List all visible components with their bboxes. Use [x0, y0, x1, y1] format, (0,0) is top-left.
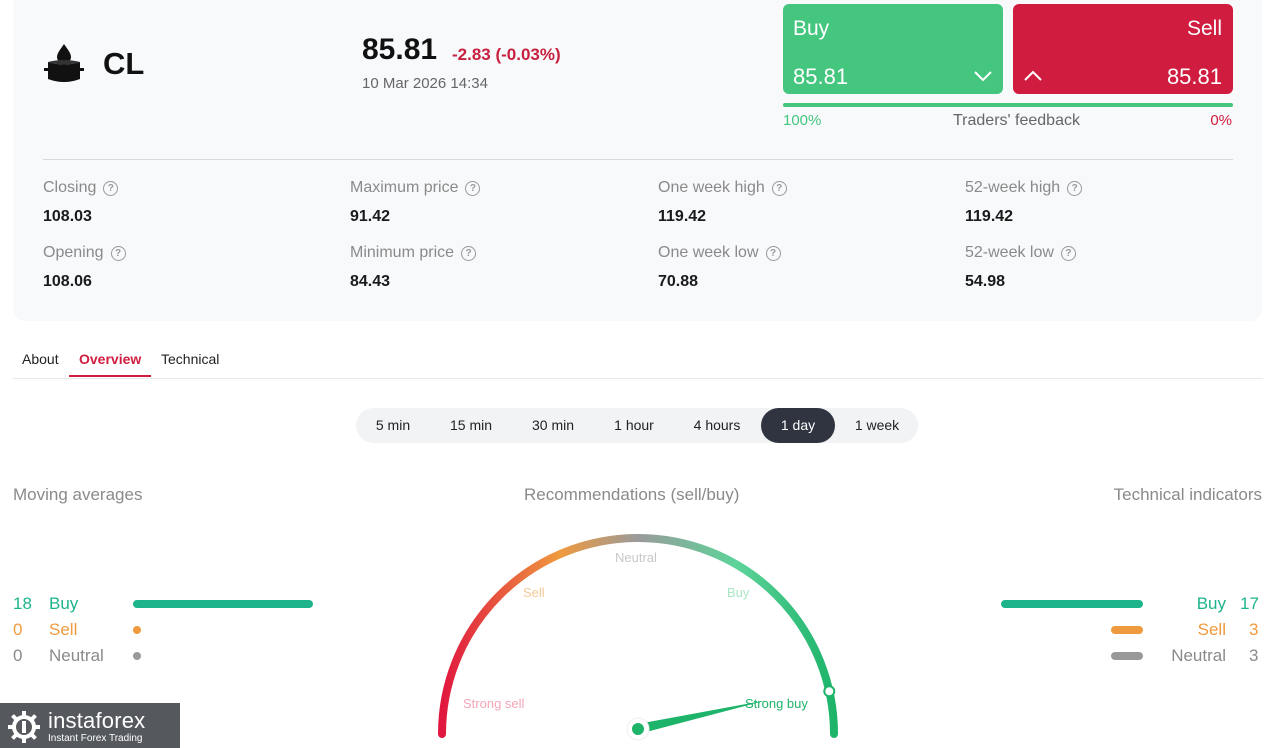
- ti-sell-label: Sell: [1197, 620, 1226, 639]
- stat-value: 54.98: [965, 273, 1006, 290]
- period-30-min[interactable]: 30 min: [513, 408, 593, 443]
- period-1-day[interactable]: 1 day: [761, 408, 835, 443]
- stat-value: 119.42: [658, 208, 707, 225]
- ma-neutral-count: 0: [13, 646, 23, 665]
- instaforex-logo: instaforex Instant Forex Trading: [0, 703, 180, 748]
- technical-indicators-title: Technical indicators: [1113, 485, 1262, 504]
- help-icon[interactable]: ?: [771, 180, 787, 196]
- moving-averages-title: Moving averages: [13, 485, 143, 504]
- ti-buy-label: Buy: [1196, 594, 1226, 613]
- tab-technical[interactable]: Technical: [161, 351, 219, 367]
- period-4-hours[interactable]: 4 hours: [676, 408, 758, 443]
- chevron-down-icon: [974, 71, 992, 82]
- ma-buy-count: 18: [13, 594, 32, 613]
- ti-sell-count: 3: [1249, 620, 1259, 639]
- logo-icon: [8, 711, 40, 743]
- instrument-symbol: CL: [103, 46, 145, 81]
- stat-label: One week low: [658, 244, 759, 261]
- help-icon[interactable]: ?: [465, 180, 481, 196]
- period-15-min[interactable]: 15 min: [432, 408, 510, 443]
- ti-neutral-bar: [1111, 652, 1143, 660]
- chevron-up-icon: [1024, 70, 1042, 81]
- sell-label: Sell: [1186, 17, 1222, 40]
- stat-value: 84.43: [350, 273, 391, 290]
- gauge-title: Recommendations (sell/buy): [524, 485, 740, 504]
- logo-text: instaforex: [48, 708, 146, 733]
- gauge-label-strong-buy: Strong buy: [745, 696, 808, 711]
- help-icon[interactable]: ?: [1060, 245, 1076, 261]
- stat-label: 52-week low: [965, 244, 1054, 261]
- tab-overview[interactable]: Overview: [79, 351, 141, 367]
- divider: [43, 159, 1233, 160]
- buy-price: 85.81: [793, 64, 849, 89]
- ma-sell-count: 0: [13, 620, 23, 639]
- stat-52-week-low: 52-week low? 54.98: [965, 244, 1076, 291]
- gauge-value-marker: [823, 685, 836, 698]
- stat-value: 91.42: [350, 208, 391, 225]
- ti-neutral-count: 3: [1249, 646, 1259, 665]
- gauge-label-sell: Sell: [523, 585, 545, 600]
- ti-buy-count: 17: [1240, 594, 1259, 613]
- stat-52-week-high: 52-week high? 119.42: [965, 179, 1083, 226]
- period-5-min[interactable]: 5 min: [358, 408, 428, 443]
- help-icon[interactable]: ?: [103, 180, 119, 196]
- active-tab-indicator: [69, 375, 151, 377]
- help-icon[interactable]: ?: [1067, 180, 1083, 196]
- ma-buy-bar: [133, 600, 313, 608]
- ma-sell-bar: [133, 626, 141, 634]
- sell-price: 85.81: [1166, 64, 1222, 89]
- stat-opening: Opening? 108.06: [43, 244, 126, 291]
- ma-sell-label: Sell: [49, 620, 78, 639]
- period-1-week[interactable]: 1 week: [838, 408, 916, 443]
- gauge-label-strong-sell: Strong sell: [463, 696, 525, 711]
- gauge-needle: [636, 700, 767, 734]
- stat-label: Closing: [43, 179, 97, 196]
- stat-value: 70.88: [658, 273, 699, 290]
- oil-barrel-icon: [44, 44, 84, 82]
- stat-one-week-low: One week low? 70.88: [658, 244, 781, 291]
- tab-bar: About Overview Technical: [13, 341, 1263, 379]
- help-icon[interactable]: ?: [110, 245, 126, 261]
- current-price: 85.81: [362, 33, 438, 66]
- buy-button[interactable]: Buy 85.81: [783, 4, 1003, 94]
- help-icon[interactable]: ?: [461, 245, 477, 261]
- price-timestamp: 10 Mar 2026 14:34: [362, 75, 488, 92]
- stat-closing: Closing? 108.03: [43, 179, 119, 226]
- recommendation-gauge: Strong sell Sell Neutral Buy Strong buy: [438, 534, 838, 741]
- gauge-label-buy: Buy: [727, 585, 750, 600]
- stat-one-week-high: One week high? 119.42: [658, 179, 787, 226]
- stat-label: Opening: [43, 244, 104, 261]
- ti-neutral-label: Neutral: [1171, 646, 1226, 665]
- traders-feedback-fill: [783, 103, 1233, 107]
- logo-tagline: Instant Forex Trading: [48, 733, 143, 744]
- gauge-label-neutral: Neutral: [615, 550, 657, 565]
- feedback-sell-percent: 0%: [1210, 112, 1232, 129]
- ma-neutral-bar: [133, 652, 141, 660]
- period-1-hour[interactable]: 1 hour: [596, 408, 672, 443]
- stat-label: Minimum price: [350, 244, 455, 261]
- ma-buy-label: Buy: [49, 594, 79, 613]
- price-change: -2.83 (-0.03%): [452, 45, 561, 64]
- stat-value: 108.03: [43, 208, 92, 225]
- traders-feedback-bar: [783, 103, 1233, 107]
- stat-value: 119.42: [965, 208, 1014, 225]
- help-icon[interactable]: ?: [765, 245, 781, 261]
- stat-label: Maximum price: [350, 179, 459, 196]
- gauge-pivot: [632, 723, 644, 735]
- stat-minimum-price: Minimum price? 84.43: [350, 244, 477, 291]
- feedback-buy-percent: 100%: [783, 112, 822, 129]
- buy-label: Buy: [793, 17, 830, 40]
- stat-label: One week high: [658, 179, 765, 196]
- tab-about[interactable]: About: [22, 351, 59, 367]
- stat-value: 108.06: [43, 273, 92, 290]
- stat-label: 52-week high: [965, 179, 1061, 196]
- stat-maximum-price: Maximum price? 91.42: [350, 179, 481, 226]
- ma-neutral-label: Neutral: [49, 646, 104, 665]
- period-selector: 5 min 15 min 30 min 1 hour 4 hours 1 day…: [356, 408, 918, 443]
- sell-button[interactable]: Sell 85.81: [1013, 4, 1233, 94]
- ti-sell-bar: [1111, 626, 1143, 634]
- feedback-label: Traders' feedback: [953, 112, 1080, 129]
- ti-buy-bar: [1001, 600, 1143, 608]
